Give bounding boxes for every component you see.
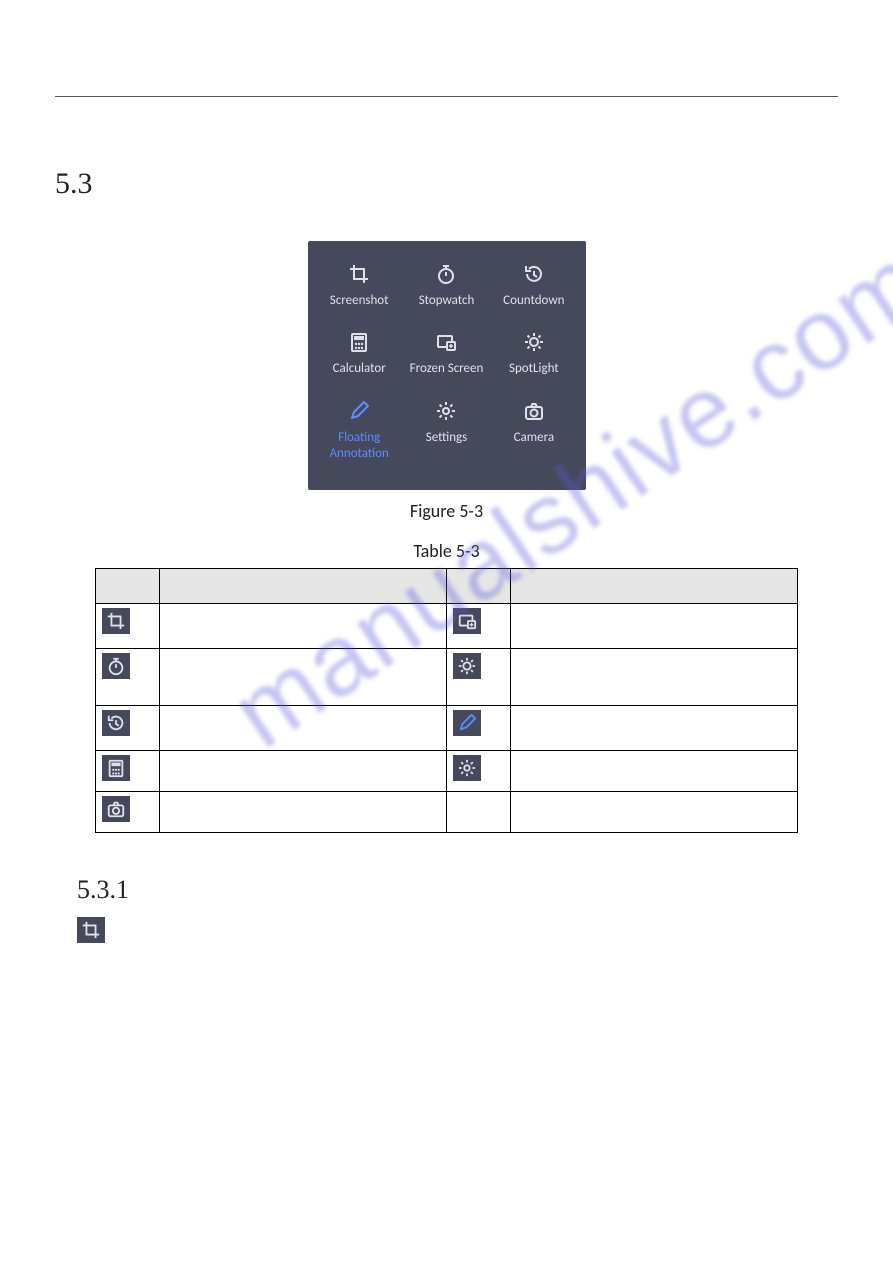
history-icon [492, 261, 575, 287]
panel-item-label: Frozen Screen [405, 361, 488, 377]
pen-icon [318, 398, 401, 424]
panel-item-freeze[interactable]: Frozen Screen [403, 323, 490, 391]
panel-item-label: Settings [405, 430, 488, 446]
tools-panel: ScreenshotStopwatchCountdown CalculatorFr… [308, 241, 586, 490]
table-row [96, 649, 798, 706]
freeze-icon [453, 608, 481, 634]
spotlight-icon [453, 653, 481, 679]
table-header-3 [446, 569, 510, 604]
header-rule [55, 96, 838, 97]
table-header-2 [159, 569, 446, 604]
pen-icon [453, 710, 481, 736]
spotlight-icon [492, 329, 575, 355]
panel-item-camera[interactable]: Camera [490, 392, 577, 477]
panel-item-label: Camera [492, 430, 575, 446]
stopwatch-icon [102, 653, 130, 679]
panel-item-label: SpotLight [492, 361, 575, 377]
table-row [96, 792, 798, 833]
gear-icon [453, 755, 481, 781]
panel-item-crop[interactable]: Screenshot [316, 255, 403, 323]
subsection-number: 5.3.1 [77, 875, 838, 905]
panel-item-history[interactable]: Countdown [490, 255, 577, 323]
panel-item-gear[interactable]: Settings [403, 392, 490, 477]
history-icon [102, 710, 130, 736]
table-row [96, 706, 798, 751]
stopwatch-icon [405, 261, 488, 287]
panel-item-label: Calculator [318, 361, 401, 377]
table-header-1 [96, 569, 160, 604]
panel-item-label: Floating Annotation [318, 430, 401, 463]
camera-icon [492, 398, 575, 424]
panel-item-label: Countdown [492, 293, 575, 309]
figure-caption: Figure 5-3 [55, 500, 838, 522]
calculator-icon [102, 755, 130, 781]
panel-item-label: Screenshot [318, 293, 401, 309]
table-row [96, 604, 798, 649]
gear-icon [405, 398, 488, 424]
table-header-4 [510, 569, 797, 604]
panel-item-stopwatch[interactable]: Stopwatch [403, 255, 490, 323]
panel-item-pen[interactable]: Floating Annotation [316, 392, 403, 477]
panel-item-spotlight[interactable]: SpotLight [490, 323, 577, 391]
table-caption: Table 5-3 [55, 540, 838, 562]
crop-icon [102, 608, 130, 634]
camera-icon [102, 796, 130, 822]
panel-item-calculator[interactable]: Calculator [316, 323, 403, 391]
section-number: 5.3 [55, 167, 838, 201]
crop-icon [318, 261, 401, 287]
icon-table [95, 568, 798, 833]
table-row [96, 751, 798, 792]
calculator-icon [318, 329, 401, 355]
panel-item-label: Stopwatch [405, 293, 488, 309]
crop-icon [77, 917, 105, 943]
freeze-icon [405, 329, 488, 355]
